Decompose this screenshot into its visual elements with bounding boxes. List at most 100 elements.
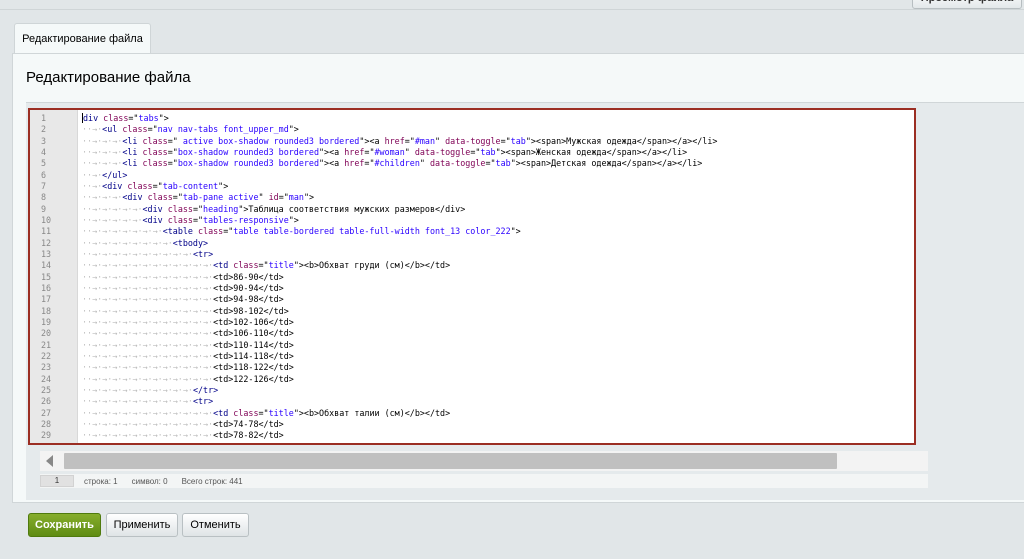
- scroll-left-arrow-icon[interactable]: [46, 455, 53, 467]
- code-line-text[interactable]: ··→·→·→·→·→·→·→·→·→·→·<tr>: [78, 396, 213, 407]
- tab-edit-file[interactable]: Редактирование файла: [14, 23, 151, 54]
- code-content[interactable]: 1 div class="tabs"> 2 ··→·<ul class="nav na…: [30, 113, 914, 442]
- code-token: tab: [495, 158, 511, 169]
- code-token: <div: [122, 192, 148, 203]
- code-line[interactable]: 24 ··→·→·→·→·→·→·→·→·→·→·→·→·<td>122-126<…: [30, 374, 914, 385]
- indent-markers: ··→·→·→·→·→·→·→·→·→·→·→·→·: [82, 260, 214, 271]
- file-preview-button[interactable]: Просмотр файла: [912, 0, 1022, 9]
- code-line-text[interactable]: ··→·→·→·→·→·<div class="tables-responsiv…: [78, 215, 299, 226]
- code-line[interactable]: 1 div class="tabs">: [30, 113, 914, 124]
- code-token: <td>86-90</td>: [213, 271, 284, 282]
- code-line-text[interactable]: ··→·→·→·→·→·→·→·→·→·→·<tr>: [78, 249, 213, 260]
- code-token: class: [167, 203, 193, 214]
- code-editor[interactable]: 1 div class="tabs"> 2 ··→·<ul class="nav na…: [28, 108, 916, 445]
- code-line[interactable]: 2 ··→·<ul class="nav nav-tabs font_upper_…: [30, 124, 914, 135]
- code-line-text[interactable]: ··→·→·→·→·→·→·→·→·→·→·→·→·<td class="tit…: [78, 408, 450, 419]
- code-line[interactable]: 21 ··→·→·→·→·→·→·→·→·→·→·→·→·<td>110-114<…: [30, 340, 914, 351]
- apply-button[interactable]: Применить: [106, 513, 178, 537]
- code-line-text[interactable]: ··→·→·→·→·→·→·→·→·→·→·→·→·<td>122-126</t…: [78, 374, 294, 385]
- code-token: =": [128, 113, 139, 123]
- code-line[interactable]: 15 ··→·→·→·→·→·→·→·→·→·→·→·→·<td>86-90</t…: [30, 272, 914, 283]
- code-line[interactable]: 22 ··→·→·→·→·→·→·→·→·→·→·→·→·<td>114-118<…: [30, 351, 914, 362]
- code-line-text[interactable]: ··→·→·→·→·→·→·→·→·→·→·</tr>: [78, 385, 218, 396]
- code-token: </ul>: [102, 169, 128, 180]
- code-token: heading: [203, 203, 239, 214]
- code-line[interactable]: 14 ··→·→·→·→·→·→·→·→·→·→·→·→·<td class="t…: [30, 260, 914, 271]
- code-line-text[interactable]: ··→·→·→·→·→·<div class="heading">Таблица…: [78, 204, 465, 215]
- code-line[interactable]: 20 ··→·→·→·→·→·→·→·→·→·→·→·→·<td>106-110<…: [30, 328, 914, 339]
- code-token: =": [404, 135, 415, 146]
- code-line[interactable]: 27 ··→·→·→·→·→·→·→·→·→·→·→·→·<td class="t…: [30, 408, 914, 419]
- code-line[interactable]: 13 ··→·→·→·→·→·→·→·→·→·→·<tr>: [30, 249, 914, 260]
- code-line-text[interactable]: ··→·→·→·<li class=" active box-shadow ro…: [78, 136, 717, 147]
- editor-statusbar: 1 строка: 1 символ: 0 Всего строк: 441: [40, 474, 928, 488]
- code-line-text[interactable]: ··→·→·→·<li class="box-shadow rounded3 b…: [78, 158, 702, 169]
- code-line[interactable]: 8 ··→·→·→·<div class="tab-pane active" id…: [30, 192, 914, 203]
- code-token: <td>102-106</td>: [213, 316, 294, 327]
- code-token: =": [258, 407, 269, 418]
- code-token: title: [268, 407, 294, 418]
- code-line-text[interactable]: ··→·→·→·→·→·→·→·→·→·→·→·→·<td>106-110</t…: [78, 328, 294, 339]
- code-line-text[interactable]: ··→·→·→·<div class="tab-pane active" id=…: [78, 192, 314, 203]
- code-line[interactable]: 28 ··→·→·→·→·→·→·→·→·→·→·→·→·<td>74-78</t…: [30, 419, 914, 430]
- code-line[interactable]: 25 ··→·→·→·→·→·→·→·→·→·→·</tr>: [30, 385, 914, 396]
- code-line-text[interactable]: ··→·→·→·→·→·→·→·→·→·→·→·→·<td>98-102</td…: [78, 306, 289, 317]
- code-line[interactable]: 17 ··→·→·→·→·→·→·→·→·→·→·→·→·<td>94-98</t…: [30, 294, 914, 305]
- code-token: "><a: [359, 135, 385, 146]
- code-line-text[interactable]: ··→·→·→·→·→·→·→·→·→·→·→·→·<td>78-82</td>: [78, 430, 284, 441]
- code-line-text[interactable]: ··→·<div class="tab-content">: [78, 181, 228, 192]
- code-line[interactable]: 18 ··→·→·→·→·→·→·→·→·→·→·→·→·<td>98-102</…: [30, 306, 914, 317]
- code-line-text[interactable]: ··→·→·→·→·→·→·→·→·→·→·→·→·<td>114-118</t…: [78, 351, 294, 362]
- code-line[interactable]: 29 ··→·→·→·→·→·→·→·→·→·→·→·→·<td>78-82</t…: [30, 430, 914, 441]
- code-token: class: [103, 113, 129, 123]
- indent-markers: ··→·→·→·→·→·→·→·→·→·→·→·→·: [82, 316, 214, 327]
- code-line[interactable]: 4 ··→·→·→·<li class="box-shadow rounded3 …: [30, 147, 914, 158]
- code-token: class: [147, 192, 173, 203]
- code-token: =": [167, 135, 178, 146]
- code-token: <table: [162, 226, 198, 237]
- horizontal-scrollbar[interactable]: [40, 451, 928, 471]
- code-line-text[interactable]: ··→·→·→·→·→·→·→·→·→·→·→·→·<td>102-106</t…: [78, 317, 294, 328]
- code-line-text[interactable]: ··→·</ul>: [78, 170, 127, 181]
- code-line[interactable]: 9 ··→·→·→·→·→·<div class="heading">Таблиц…: [30, 204, 914, 215]
- code-line-text[interactable]: ··→·→·→·→·→·→·→·→·→·→·→·→·<td>90-94</td>: [78, 283, 284, 294]
- code-line-text[interactable]: ··→·→·→·→·→·→·→·→·→·→·→·→·<td>94-98</td>: [78, 294, 284, 305]
- code-token: tabs: [138, 113, 159, 123]
- code-token: <td>106-110</td>: [213, 328, 294, 339]
- code-token: =": [172, 192, 183, 203]
- code-line[interactable]: 3 ··→·→·→·<li class=" active box-shadow r…: [30, 136, 914, 147]
- line-number: 5: [41, 158, 47, 169]
- code-token: href: [384, 135, 405, 146]
- code-line-text[interactable]: ··→·→·→·→·→·→·→·→·→·→·→·→·<td>74-78</td>: [78, 419, 284, 430]
- code-line-text[interactable]: ··→·→·→·→·→·→·→·→·→·→·→·→·<td>86-90</td>: [78, 272, 284, 283]
- code-line[interactable]: 12 ··→·→·→·→·→·→·→·→·<tbody>: [30, 238, 914, 249]
- code-line[interactable]: 26 ··→·→·→·→·→·→·→·→·→·→·<tr>: [30, 396, 914, 407]
- code-line-text[interactable]: ··→·→·→·<li class="box-shadow rounded3 b…: [78, 147, 687, 158]
- indent-markers: ··→·: [82, 124, 103, 135]
- line-number: 24: [41, 373, 52, 384]
- indent-markers: ··→·→·→·: [82, 146, 123, 157]
- code-line[interactable]: 6 ··→·</ul>: [30, 170, 914, 181]
- code-line[interactable]: 23 ··→·→·→·→·→·→·→·→·→·→·→·→·<td>118-122<…: [30, 362, 914, 373]
- code-line[interactable]: 19 ··→·→·→·→·→·→·→·→·→·→·→·→·<td>102-106<…: [30, 317, 914, 328]
- code-line-text[interactable]: div class="tabs">: [78, 113, 169, 124]
- code-line-text[interactable]: ··→·→·→·→·→·→·→·→·→·→·→·→·<td>110-114</t…: [78, 340, 294, 351]
- code-token: tab: [480, 146, 496, 157]
- cancel-button[interactable]: Отменить: [182, 513, 249, 537]
- code-line-text[interactable]: ··→·→·→·→·→·→·→·→·<tbody>: [78, 238, 208, 249]
- save-button[interactable]: Сохранить: [28, 513, 101, 537]
- horizontal-scroll-thumb[interactable]: [64, 453, 837, 469]
- code-line[interactable]: 10 ··→·→·→·→·→·<div class="tables-respons…: [30, 215, 914, 226]
- code-token: tables-responsive: [203, 214, 289, 225]
- code-line[interactable]: 11 ··→·→·→·→·→·→·→·<table class="table ta…: [30, 226, 914, 237]
- code-line[interactable]: 16 ··→·→·→·→·→·→·→·→·→·→·→·→·<td>90-94</t…: [30, 283, 914, 294]
- code-line-text[interactable]: ··→·→·→·→·→·→·→·→·→·→·→·→·<td class="tit…: [78, 260, 450, 271]
- code-token: <td>78-82</td>: [213, 430, 284, 441]
- code-line[interactable]: 7 ··→·<div class="tab-content">: [30, 181, 914, 192]
- indent-markers: ··→·→·→·: [82, 135, 123, 146]
- code-line-text[interactable]: ··→·→·→·→·→·→·→·→·→·→·→·→·<td>118-122</t…: [78, 362, 294, 373]
- code-line-text[interactable]: ··→·→·→·→·→·→·→·<table class="table tabl…: [78, 226, 521, 237]
- code-line-text[interactable]: ··→·<ul class="nav nav-tabs font_upper_m…: [78, 124, 299, 135]
- code-line[interactable]: 5 ··→·→·→·<li class="box-shadow rounded3 …: [30, 158, 914, 169]
- line-number: 25: [41, 384, 52, 395]
